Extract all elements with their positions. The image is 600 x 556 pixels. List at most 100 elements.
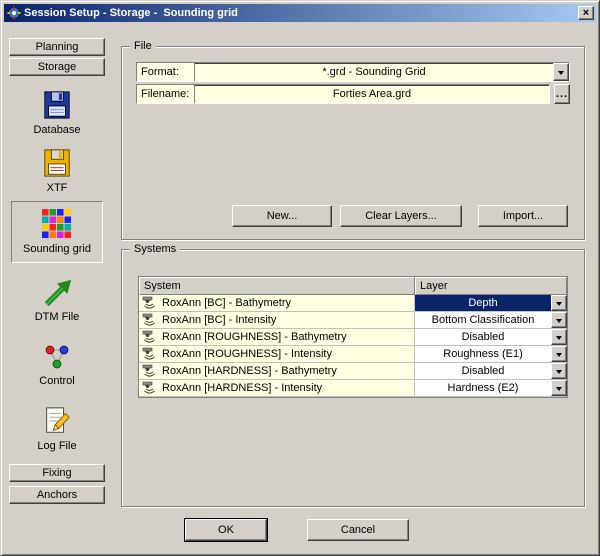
layer-combobox[interactable]: Bottom Classification <box>415 312 567 329</box>
dropdown-arrow-button[interactable] <box>551 295 567 311</box>
sidebar-item-dtm-file[interactable]: DTM File <box>11 269 103 331</box>
systems-group: Systems System Layer RoxAnn [BC] - Bathy… <box>121 249 585 507</box>
system-cell: RoxAnn [BC] - Intensity <box>139 312 415 329</box>
cancel-button-label: Cancel <box>341 524 375 536</box>
sidebar-button-planning[interactable]: Planning <box>9 38 105 56</box>
sonar-icon <box>142 330 158 344</box>
import-button[interactable]: Import... <box>478 205 568 227</box>
system-name: RoxAnn [ROUGHNESS] - Intensity <box>162 348 332 360</box>
sidebar-item-label: Control <box>39 375 74 387</box>
app-icon[interactable] <box>7 6 21 20</box>
sidebar-item-label: XTF <box>47 182 68 194</box>
close-button[interactable]: × <box>578 6 594 20</box>
floppy-disk-blue-icon <box>42 90 72 120</box>
clear-layers-button-label: Clear Layers... <box>365 210 437 222</box>
file-group: File Format: *.grd - Sounding Grid Filen… <box>121 46 585 240</box>
ok-button-label: OK <box>218 524 234 536</box>
window-title: Session Setup - Storage - Sounding grid <box>24 7 578 19</box>
ok-button[interactable]: OK <box>185 519 267 541</box>
sidebar-button-fixing[interactable]: Fixing <box>9 464 105 482</box>
systems-group-title: Systems <box>130 242 180 256</box>
file-group-title: File <box>130 39 156 53</box>
cancel-button[interactable]: Cancel <box>307 519 409 541</box>
chevron-down-icon <box>556 336 562 340</box>
sonar-icon <box>142 296 158 310</box>
filename-input[interactable]: Filename: Forties Area.grd <box>136 84 550 104</box>
titlebar: Session Setup - Storage - Sounding grid … <box>4 4 596 22</box>
layer-value[interactable]: Hardness (E2) <box>415 380 551 396</box>
import-button-label: Import... <box>503 210 543 222</box>
filename-value[interactable]: Forties Area.grd <box>195 85 549 103</box>
layer-combobox[interactable]: Depth <box>415 295 567 312</box>
dropdown-arrow-button[interactable] <box>551 380 567 396</box>
system-name: RoxAnn [ROUGHNESS] - Bathymetry <box>162 331 347 343</box>
sidebar-item-control[interactable]: Control <box>11 335 103 395</box>
chevron-down-icon <box>556 302 562 306</box>
table-row[interactable]: RoxAnn [BC] - Bathymetry Depth <box>139 295 567 312</box>
table-row[interactable]: RoxAnn [BC] - Intensity Bottom Classific… <box>139 312 567 329</box>
session-setup-dialog: Session Setup - Storage - Sounding grid … <box>0 0 600 556</box>
layer-combobox[interactable]: Hardness (E2) <box>415 380 567 397</box>
layer-combobox[interactable]: Disabled <box>415 363 567 380</box>
systems-table: System Layer RoxAnn [BC] - Bathymetry De… <box>138 276 568 398</box>
close-icon: × <box>583 8 589 19</box>
browse-button[interactable]: ... <box>554 84 570 104</box>
table-row[interactable]: RoxAnn [ROUGHNESS] - Bathymetry Disabled <box>139 329 567 346</box>
fixing-label: Fixing <box>42 467 71 479</box>
format-dropdown-button[interactable] <box>553 63 569 81</box>
table-row[interactable]: RoxAnn [ROUGHNESS] - Intensity Roughness… <box>139 346 567 363</box>
table-header: System Layer <box>139 277 567 295</box>
chevron-down-icon <box>556 387 562 391</box>
filename-row: Filename: Forties Area.grd ... <box>136 84 570 104</box>
layer-combobox[interactable]: Disabled <box>415 329 567 346</box>
chevron-down-icon <box>556 370 562 374</box>
format-value[interactable]: *.grd - Sounding Grid <box>195 63 553 81</box>
floppy-disk-yellow-icon <box>42 148 72 178</box>
system-name: RoxAnn [HARDNESS] - Bathymetry <box>162 365 337 377</box>
layer-combobox[interactable]: Roughness (E1) <box>415 346 567 363</box>
sidebar-item-label: Database <box>33 124 80 136</box>
layer-value[interactable]: Bottom Classification <box>415 312 551 328</box>
layer-value[interactable]: Roughness (E1) <box>415 346 551 362</box>
app-icon-glyph <box>7 6 21 20</box>
new-button[interactable]: New... <box>232 205 332 227</box>
sidebar-item-label: DTM File <box>35 311 80 323</box>
system-cell: RoxAnn [HARDNESS] - Intensity <box>139 380 415 397</box>
sonar-icon <box>142 313 158 327</box>
sonar-icon <box>142 381 158 395</box>
planning-label: Planning <box>36 41 79 53</box>
clear-layers-button[interactable]: Clear Layers... <box>340 205 462 227</box>
layer-value[interactable]: Disabled <box>415 363 551 379</box>
sidebar-item-database[interactable]: Database <box>11 85 103 141</box>
format-combobox[interactable]: Format: *.grd - Sounding Grid <box>136 62 570 82</box>
system-cell: RoxAnn [ROUGHNESS] - Bathymetry <box>139 329 415 346</box>
sonar-icon <box>142 364 158 378</box>
table-row[interactable]: RoxAnn [HARDNESS] - Bathymetry Disabled <box>139 363 567 380</box>
anchors-label: Anchors <box>37 489 77 501</box>
chevron-down-icon <box>556 319 562 323</box>
filename-label: Filename: <box>137 85 195 103</box>
system-name: RoxAnn [BC] - Bathymetry <box>162 297 291 309</box>
column-header-layer[interactable]: Layer <box>415 277 567 295</box>
sidebar-button-storage[interactable]: Storage <box>9 58 105 76</box>
sidebar-item-log-file[interactable]: Log File <box>11 399 103 459</box>
sidebar-item-sounding-grid[interactable]: Sounding grid <box>11 201 103 263</box>
format-row: Format: *.grd - Sounding Grid <box>136 62 570 82</box>
dropdown-arrow-button[interactable] <box>551 346 567 362</box>
layer-value[interactable]: Disabled <box>415 329 551 345</box>
dropdown-arrow-button[interactable] <box>551 363 567 379</box>
control-nodes-icon <box>43 343 71 371</box>
green-arrow-icon <box>42 277 72 307</box>
dropdown-arrow-button[interactable] <box>551 329 567 345</box>
color-grid-icon <box>42 209 72 239</box>
system-name: RoxAnn [HARDNESS] - Intensity <box>162 382 322 394</box>
column-header-system[interactable]: System <box>139 277 415 295</box>
new-button-label: New... <box>267 210 298 222</box>
sidebar-item-label: Sounding grid <box>23 243 91 255</box>
sidebar-button-anchors[interactable]: Anchors <box>9 486 105 504</box>
sidebar-item-label: Log File <box>37 440 76 452</box>
dropdown-arrow-button[interactable] <box>551 312 567 328</box>
layer-value[interactable]: Depth <box>415 295 551 311</box>
sidebar-item-xtf[interactable]: XTF <box>11 143 103 199</box>
table-row[interactable]: RoxAnn [HARDNESS] - Intensity Hardness (… <box>139 380 567 397</box>
